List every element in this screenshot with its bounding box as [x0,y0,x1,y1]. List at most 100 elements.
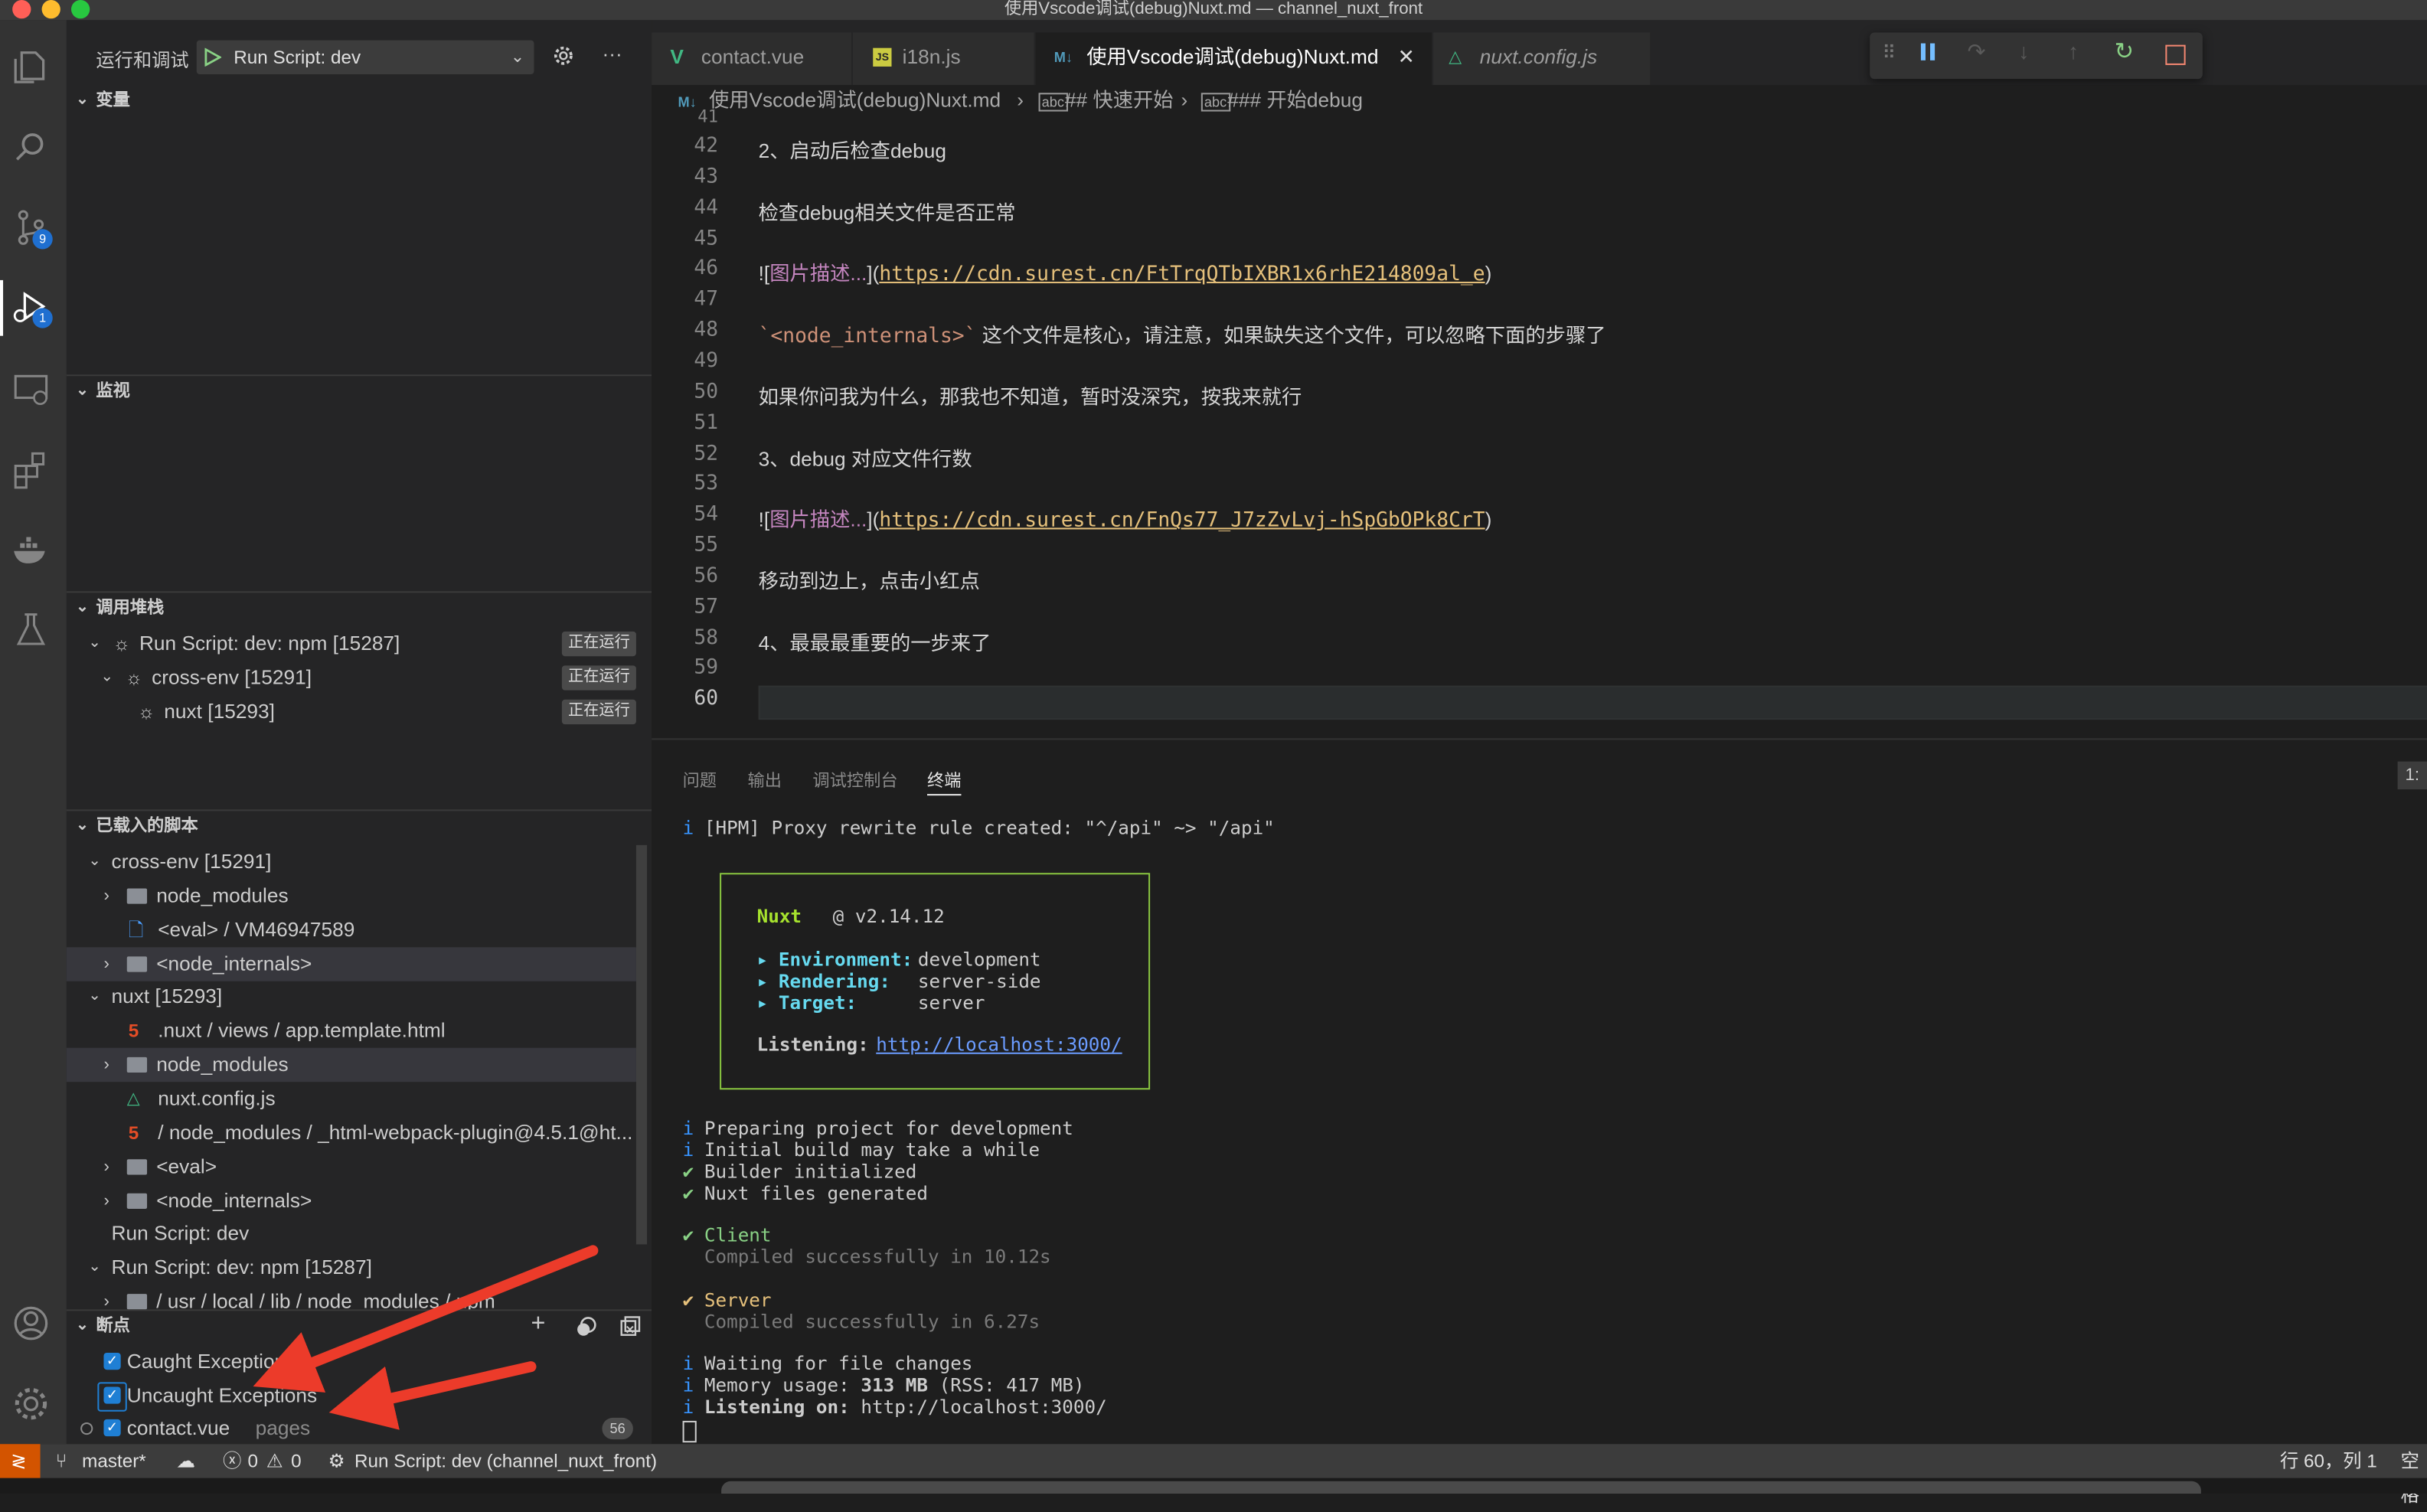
debug-config-select[interactable]: Run Script: dev ⌄ [196,40,534,75]
account-icon[interactable] [9,1301,53,1345]
variables-section-header[interactable]: ⌄ 变量 [67,85,652,116]
close-icon[interactable]: ✕ [1398,32,1415,82]
current-line-highlight [758,685,2427,720]
line-number: 53 [694,472,719,496]
call-stack-item[interactable]: ☼ nuxt [15293] 正在运行 [67,695,652,729]
step-out-icon[interactable]: ↑ [2068,39,2079,64]
heading-symbol-icon: abc [1200,93,1230,112]
markdown-link[interactable]: https://cdn.surest.cn/FnQs77_J7zZvLvj-hS… [879,510,1485,533]
bottom-panel: 问题 输出 调试控制台 终端 1: i [HPM] Proxy rewrite r… [652,738,2427,1446]
more-actions-icon[interactable]: ··· [602,42,622,65]
tab-nuxt-config-js[interactable]: △ nuxt.config.js [1433,32,1651,86]
line-number: 43 [694,165,719,189]
line-number: 42 [694,134,719,158]
remote-explorer-icon[interactable] [9,367,53,410]
debug-badge: 1 [32,308,53,328]
breadcrumb-h2[interactable]: ## 快速开始 [1065,85,1174,116]
play-icon [204,47,222,67]
tree-item[interactable]: 🗋 <eval> / VM46947589 [67,913,636,947]
code-text: 4、最最最重要的一步来了 [758,631,991,655]
line-number: 45 [694,227,719,250]
error-count[interactable]: 0 [247,1444,258,1478]
line-number: 58 [694,625,719,650]
cursor-position[interactable]: 行 60，列 1 [2280,1444,2377,1478]
localhost-link[interactable]: http://localhost:3000/ [876,1034,1122,1055]
close-window-button[interactable] [12,0,31,19]
call-stack-section-header[interactable]: ⌄ 调用堆栈 [67,593,652,623]
title-bar: 使用Vscode调试(debug)Nuxt.md — channel_nuxt_… [0,0,2427,21]
remote-icon: ≷ [11,1450,27,1472]
line-number: 57 [694,595,719,619]
drag-handle-icon[interactable]: ⠿ [1882,42,1896,64]
gear-icon[interactable] [9,1382,53,1425]
code-line: `<node_internals>` 这个文件是核心，请注意，如果缺失这个文件，… [759,319,1606,348]
chevron-down-icon: ⌄ [510,47,525,67]
run-debug-icon[interactable]: 1 [0,279,53,336]
docker-icon[interactable] [9,527,53,571]
tree-item[interactable]: △ nuxt.config.js [67,1082,636,1115]
chevron-down-icon: ⌄ [88,634,102,652]
source-control-badge: 9 [32,229,53,250]
chevron-down-icon: ⌄ [76,91,90,109]
markdown-token: ![ [758,508,770,531]
file-icon: 🗋 [128,919,144,942]
debug-run-label[interactable]: Run Script: dev (channel_nuxt_front) [354,1444,657,1478]
markdown-token: ]( [867,508,880,531]
tab-contact-vue[interactable]: V contact.vue [652,32,851,86]
folder-icon [126,955,148,972]
debug-run-icon: ⚙ [328,1450,345,1472]
chevron-right-icon: › [1181,88,1188,112]
markdown-token: ) [1485,508,1492,531]
step-into-icon[interactable]: ↓ [2018,39,2029,64]
tree-item[interactable]: 5 .nuxt / views / app.template.html [67,1014,636,1047]
explorer-icon[interactable] [9,45,53,89]
scrollbar[interactable] [635,844,648,1245]
tree-item[interactable]: ⌄ cross-env [15291] [67,845,636,879]
tab-i18n-js[interactable]: JS i18n.js [852,32,1034,86]
branch-name[interactable]: master* [82,1444,146,1478]
loaded-scripts-section-header[interactable]: ⌄ 已载入的脚本 [67,811,652,841]
folder-icon [126,1158,148,1174]
tree-item[interactable]: › <node_internals> [66,947,636,981]
warning-count[interactable]: 0 [291,1444,302,1478]
tree-item[interactable]: › <node_internals> [67,1184,636,1218]
remote-indicator[interactable]: ≷ [0,1444,41,1478]
tree-item[interactable]: › node_modules [67,879,636,913]
html-file-icon: 5 [128,1122,139,1145]
step-over-icon[interactable]: ↷ [1968,39,1986,65]
terminal-cursor [682,1420,697,1443]
pause-icon[interactable] [1920,43,1926,60]
call-stack-item[interactable]: ⌄ ☼ Run Script: dev: npm [15287] 正在运行 [67,627,652,661]
extensions-icon[interactable] [9,447,53,491]
tree-item[interactable]: 5/ node_modules / _html-webpack-plugin@4… [67,1116,636,1150]
breadcrumb-h3[interactable]: ### 开始debug [1227,85,1363,116]
code-line: ![图片描述...](https://cdn.surest.cn/FnQs77_… [759,503,1492,532]
tree-item[interactable]: › <eval> [67,1150,636,1184]
tab-nuxt-md[interactable]: M↓ 使用Vscode调试(debug)Nuxt.md ✕ [1035,32,1432,86]
line-number: 46 [694,257,719,281]
tree-item[interactable]: ⌄ nuxt [15293] [67,980,636,1014]
chevron-down-icon: ⌄ [88,987,102,1005]
run-debug-title: 运行和调试 [96,49,189,71]
minimize-window-button[interactable] [41,0,60,19]
debug-settings-gear-icon[interactable] [553,45,574,67]
restart-icon[interactable]: ↻ [2115,38,2134,65]
source-control-icon[interactable]: 9 [9,206,53,250]
warning-icon: ⚠ [266,1450,283,1472]
code-text: 移动到边上，点击小红点 [758,569,980,593]
sync-icon[interactable]: ☁ [176,1444,194,1478]
editor[interactable]: 41 42 2、启动后检查debug 43 44 检查debug相关文件是否正常 45 46… [652,106,2427,739]
line-number: 55 [694,534,719,557]
markdown-link[interactable]: https://cdn.surest.cn/FtTrqQTbIXBR1x6rhE… [879,263,1485,286]
tree-item[interactable]: › node_modules [66,1047,636,1083]
vue-file-icon: V [670,44,684,68]
breadcrumb-file[interactable]: 使用Vscode调试(debug)Nuxt.md [709,85,1001,116]
watch-section-header[interactable]: ⌄ 监视 [67,376,652,407]
zoom-window-button[interactable] [70,0,90,19]
stop-icon[interactable] [2165,44,2186,65]
call-stack-item[interactable]: ⌄ ☼ cross-env [15291] 正在运行 [67,661,652,694]
search-icon[interactable] [9,126,53,169]
chevron-right-icon: › [103,887,109,906]
test-icon[interactable] [9,609,53,652]
markdown-file-icon: M↓ [1053,49,1073,65]
